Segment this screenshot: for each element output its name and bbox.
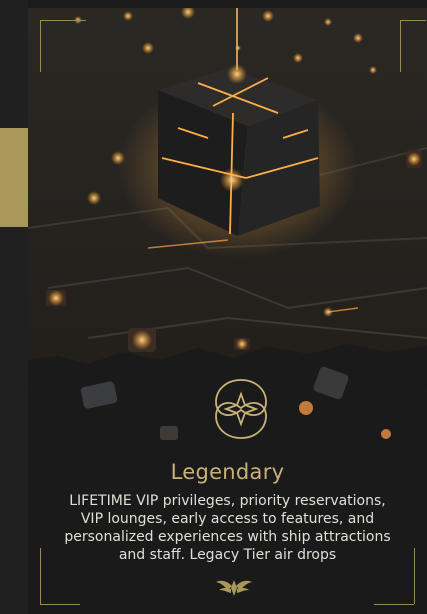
frame-corner-top-right bbox=[400, 20, 401, 72]
frame-corner-bottom-left bbox=[40, 548, 41, 604]
ornamental-star-emblem-icon bbox=[215, 379, 267, 439]
frame-corner-bottom-left-h bbox=[40, 604, 80, 605]
frame-corner-top-left bbox=[40, 20, 41, 72]
winged-crest-icon bbox=[216, 580, 252, 596]
frame-corner-bottom-right-h bbox=[374, 604, 414, 605]
glowing-cube-artwork bbox=[28, 8, 427, 388]
tier-title: Legendary bbox=[170, 460, 285, 484]
tier-description: LIFETIME VIP privileges, priority reserv… bbox=[64, 493, 391, 563]
frame-corner-top-right-h bbox=[400, 20, 426, 21]
tier-card[interactable]: Legendary LIFETIME VIP privileges, prior… bbox=[28, 8, 427, 614]
frame-corner-top-left-h bbox=[40, 20, 86, 21]
side-accent-tab[interactable] bbox=[0, 128, 28, 227]
side-panel bbox=[0, 0, 28, 614]
frame-corner-bottom-right bbox=[414, 548, 415, 604]
